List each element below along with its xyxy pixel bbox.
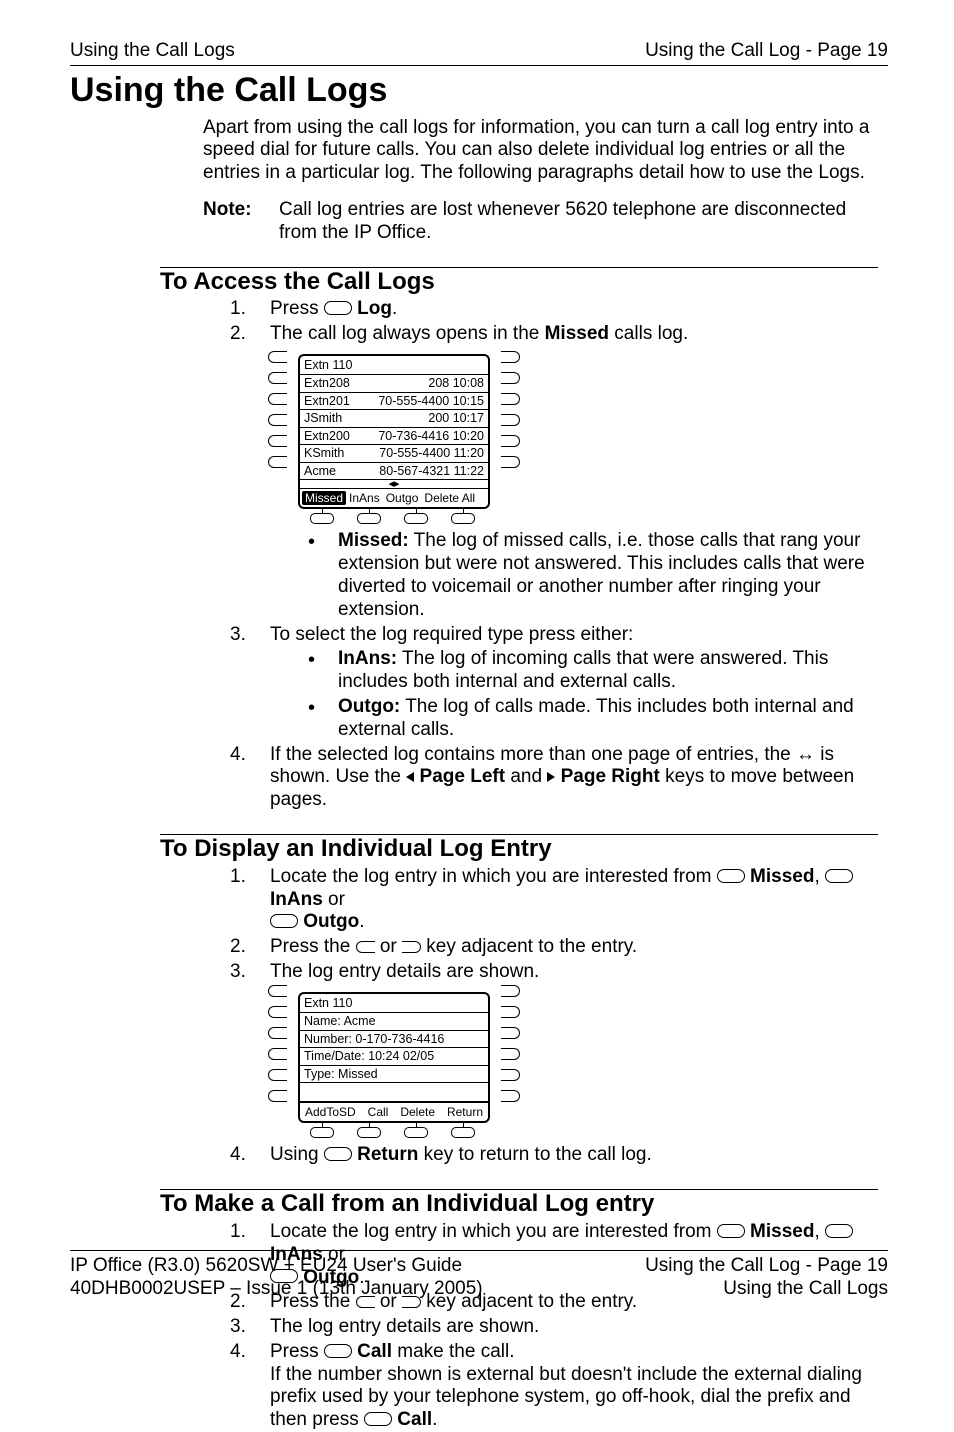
step-2: 2. The call log always opens in the Miss… [230, 323, 878, 621]
section-access: To Access the Call Logs 1. Press Log. 2.… [70, 267, 888, 812]
page-footer: IP Office (R3.0) 5620SW + EU24 User's Gu… [70, 1250, 888, 1301]
bullet-outgo: Outgo: The log of calls made. This inclu… [308, 696, 878, 742]
step-text: Locate the log entry in which you are in… [270, 866, 853, 933]
left-key-icon [268, 351, 287, 363]
phone-figure-1: Extn 110 Extn208208 10:08 Extn20170-555-… [270, 354, 534, 525]
step-4: 4. Press Call make the call. If the numb… [230, 1341, 878, 1432]
page-left-icon [406, 772, 414, 782]
step-text: The log entry details are shown. [270, 1316, 539, 1337]
step-text: Press the or key adjacent to the entry. [270, 936, 637, 957]
double-arrow-icon: ↔ [796, 744, 815, 765]
header-right: Using the Call Log - Page 19 [645, 40, 888, 63]
section-heading: To Make a Call from an Individual Log en… [160, 1190, 888, 1219]
softkey-icon [364, 1412, 392, 1426]
phone-screen: Extn 110 Extn208208 10:08 Extn20170-555-… [298, 354, 490, 510]
steps-list: 1. Press Log. 2. The call log always ope… [230, 298, 878, 812]
step-text: To select the log required type press ei… [270, 624, 633, 645]
left-key-icon [356, 941, 375, 953]
softkey-icon [324, 301, 352, 315]
page-header: Using the Call Logs Using the Call Log -… [70, 40, 888, 66]
softkey-buttons [298, 513, 486, 524]
step-3: 3. The log entry details are shown. [230, 1316, 878, 1339]
step-2: 2. Press the or key adjacent to the entr… [230, 936, 878, 959]
step-text: If the selected log contains more than o… [270, 744, 854, 811]
section-heading: To Display an Individual Log Entry [160, 835, 888, 864]
step-3: 3. To select the log required type press… [230, 624, 878, 742]
step-text: Press Call make the call. If the number … [270, 1341, 862, 1430]
step-1: 1. Press Log. [230, 298, 878, 321]
softkey-icon [825, 869, 853, 883]
step-text: The log entry details are shown. [270, 961, 539, 982]
intro-paragraph: Apart from using the call logs for infor… [203, 117, 878, 185]
step-4: 4. If the selected log contains more tha… [230, 744, 878, 812]
softkey-row: Missed InAns Outgo Delete All [300, 488, 488, 507]
document-page: Using the Call Logs Using the Call Log -… [0, 0, 954, 1351]
footer-left-2: 40DHB0002USEP – Issue 1 (13th January 20… [70, 1278, 483, 1301]
right-key-icon [402, 941, 421, 953]
note-label: Note: [203, 199, 279, 245]
step-3: 3. The log entry details are shown. Extn… [230, 961, 878, 1138]
footer-right-2: Using the Call Logs [723, 1278, 888, 1301]
phone-screen: Extn 110 Name: Acme Number: 0-170-736-44… [298, 992, 490, 1124]
footer-right-1: Using the Call Log - Page 19 [645, 1255, 888, 1278]
step-text: The call log always opens in the Missed … [270, 323, 688, 344]
phone-figure-2: Extn 110 Name: Acme Number: 0-170-736-44… [270, 992, 534, 1139]
bullet-inans: InAns: The log of incoming calls that we… [308, 648, 878, 694]
page-title: Using the Call Logs [70, 70, 888, 111]
step-1: 1. Locate the log entry in which you are… [230, 866, 878, 934]
softkey-icon [324, 1147, 352, 1161]
step-4: 4. Using Return key to return to the cal… [230, 1144, 878, 1167]
note-block: Note: Call log entries are lost whenever… [203, 199, 888, 245]
section-heading: To Access the Call Logs [160, 268, 888, 297]
softkey-icon [825, 1224, 853, 1238]
note-text: Call log entries are lost whenever 5620 … [279, 199, 888, 245]
softkey-icon [717, 869, 745, 883]
page-right-icon [547, 772, 555, 782]
softkey-icon [270, 914, 298, 928]
right-key-icon [501, 351, 520, 363]
screen-title: Extn 110 [300, 356, 488, 376]
header-left: Using the Call Logs [70, 40, 235, 63]
footer-left-1: IP Office (R3.0) 5620SW + EU24 User's Gu… [70, 1255, 462, 1278]
step-text: Press Log. [270, 298, 397, 319]
step-text: Using Return key to return to the call l… [270, 1144, 652, 1165]
bullet-missed: Missed: The log of missed calls, i.e. th… [308, 530, 878, 621]
section-make-call: To Make a Call from an Individual Log en… [70, 1189, 888, 1432]
softkey-icon [717, 1224, 745, 1238]
section-display: To Display an Individual Log Entry 1. Lo… [70, 834, 888, 1167]
